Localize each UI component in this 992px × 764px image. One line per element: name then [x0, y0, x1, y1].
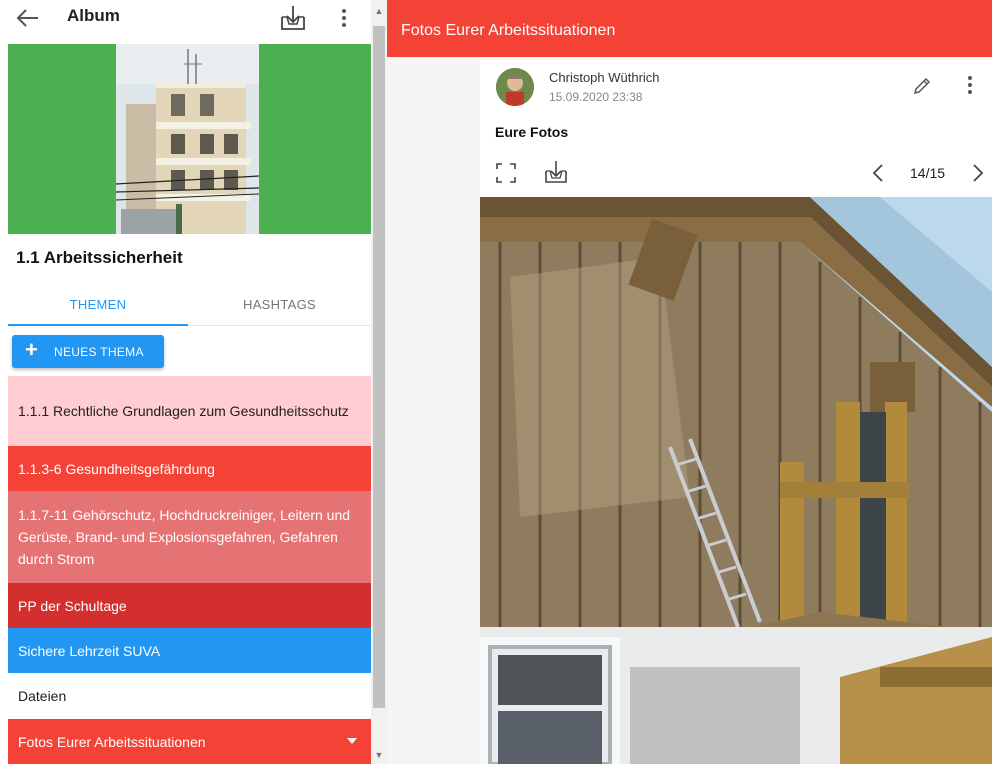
album-title: Album	[67, 6, 120, 25]
back-button[interactable]	[14, 4, 44, 34]
album-toolbar: Album	[0, 0, 371, 44]
chevron-right-icon	[973, 164, 984, 182]
next-photo-button[interactable]	[971, 161, 985, 185]
topic-detail-panel: Fotos Eurer Arbeitssituationen Christoph…	[387, 0, 992, 764]
tab-bar: THEMEN HASHTAGS	[8, 286, 371, 326]
more-vertical-icon	[342, 9, 346, 27]
topic-item[interactable]: 1.1.1 Rechtliche Grundlagen zum Gesundhe…	[8, 376, 371, 446]
topic-label: Fotos Eurer Arbeitssituationen	[18, 734, 206, 750]
topic-header-title: Fotos Eurer Arbeitssituationen	[401, 22, 616, 39]
topic-label: Sichere Lehrzeit SUVA	[18, 642, 161, 659]
topic-header: Fotos Eurer Arbeitssituationen	[387, 0, 992, 57]
download-button[interactable]	[279, 3, 307, 33]
scroll-up-arrow-icon[interactable]: ▲	[371, 4, 387, 18]
fullscreen-icon	[496, 163, 516, 183]
photo-download-button[interactable]	[543, 159, 569, 185]
more-options-button[interactable]	[334, 5, 354, 33]
post-date: 15.09.2020 23:38	[549, 90, 643, 104]
topic-item[interactable]: Dateien	[8, 673, 371, 719]
download-icon	[545, 161, 567, 183]
fullscreen-button[interactable]	[495, 162, 517, 184]
edit-button[interactable]	[911, 75, 933, 97]
topic-item[interactable]: Sichere Lehrzeit SUVA	[8, 628, 371, 673]
left-panel-scrollbar[interactable]: ▲ ▼	[371, 0, 387, 764]
download-icon	[281, 6, 305, 30]
section-title: 1.1 Arbeitssicherheit	[16, 248, 183, 267]
topic-item[interactable]: 1.1.3-6 Gesundheitsgefährdung	[8, 446, 371, 491]
previous-photo-button[interactable]	[871, 161, 885, 185]
post-author[interactable]: Christoph Wüthrich	[549, 70, 660, 85]
arrow-left-icon	[16, 9, 38, 27]
plus-icon: +	[25, 337, 39, 362]
topic-item[interactable]: 1.1.7-11 Gehörschutz, Hochdruckreiniger,…	[8, 491, 371, 583]
post-card: Christoph Wüthrich 15.09.2020 23:38 Eure…	[480, 57, 992, 764]
new-topic-label: NEUES THEMA	[54, 345, 144, 359]
new-topic-button[interactable]: + NEUES THEMA	[12, 335, 164, 368]
pencil-icon	[913, 77, 931, 95]
scrollbar-thumb[interactable]	[373, 26, 385, 708]
post-more-button[interactable]	[965, 72, 975, 98]
post-title: Eure Fotos	[495, 124, 569, 140]
topic-item[interactable]: PP der Schultage	[8, 583, 371, 628]
album-cover[interactable]	[8, 44, 371, 234]
tab-hashtags[interactable]: HASHTAGS	[188, 286, 371, 326]
album-panel: Album 1.1 Arbeitssicherheit THEMEN HASHT…	[0, 0, 371, 764]
album-cover-image	[116, 44, 259, 234]
post-photo[interactable]	[480, 197, 992, 764]
topic-label: 1.1.7-11 Gehörschutz, Hochdruckreiniger,…	[18, 507, 351, 567]
topic-label: 1.1.3-6 Gesundheitsgefährdung	[18, 460, 215, 477]
chevron-left-icon	[872, 164, 883, 182]
topic-list: 1.1.1 Rechtliche Grundlagen zum Gesundhe…	[8, 376, 371, 764]
avatar[interactable]	[496, 68, 534, 106]
more-vertical-icon	[968, 76, 972, 94]
scroll-down-arrow-icon[interactable]: ▼	[371, 748, 387, 762]
caret-down-icon[interactable]	[347, 738, 357, 744]
topic-item-selected[interactable]: Fotos Eurer Arbeitssituationen	[8, 719, 371, 764]
photo-counter: 14/15	[910, 165, 946, 181]
topic-label: Dateien	[18, 688, 67, 704]
topic-label: PP der Schultage	[18, 597, 127, 614]
tab-themen[interactable]: THEMEN	[8, 286, 188, 326]
topic-label: 1.1.1 Rechtliche Grundlagen zum Gesundhe…	[18, 403, 349, 419]
